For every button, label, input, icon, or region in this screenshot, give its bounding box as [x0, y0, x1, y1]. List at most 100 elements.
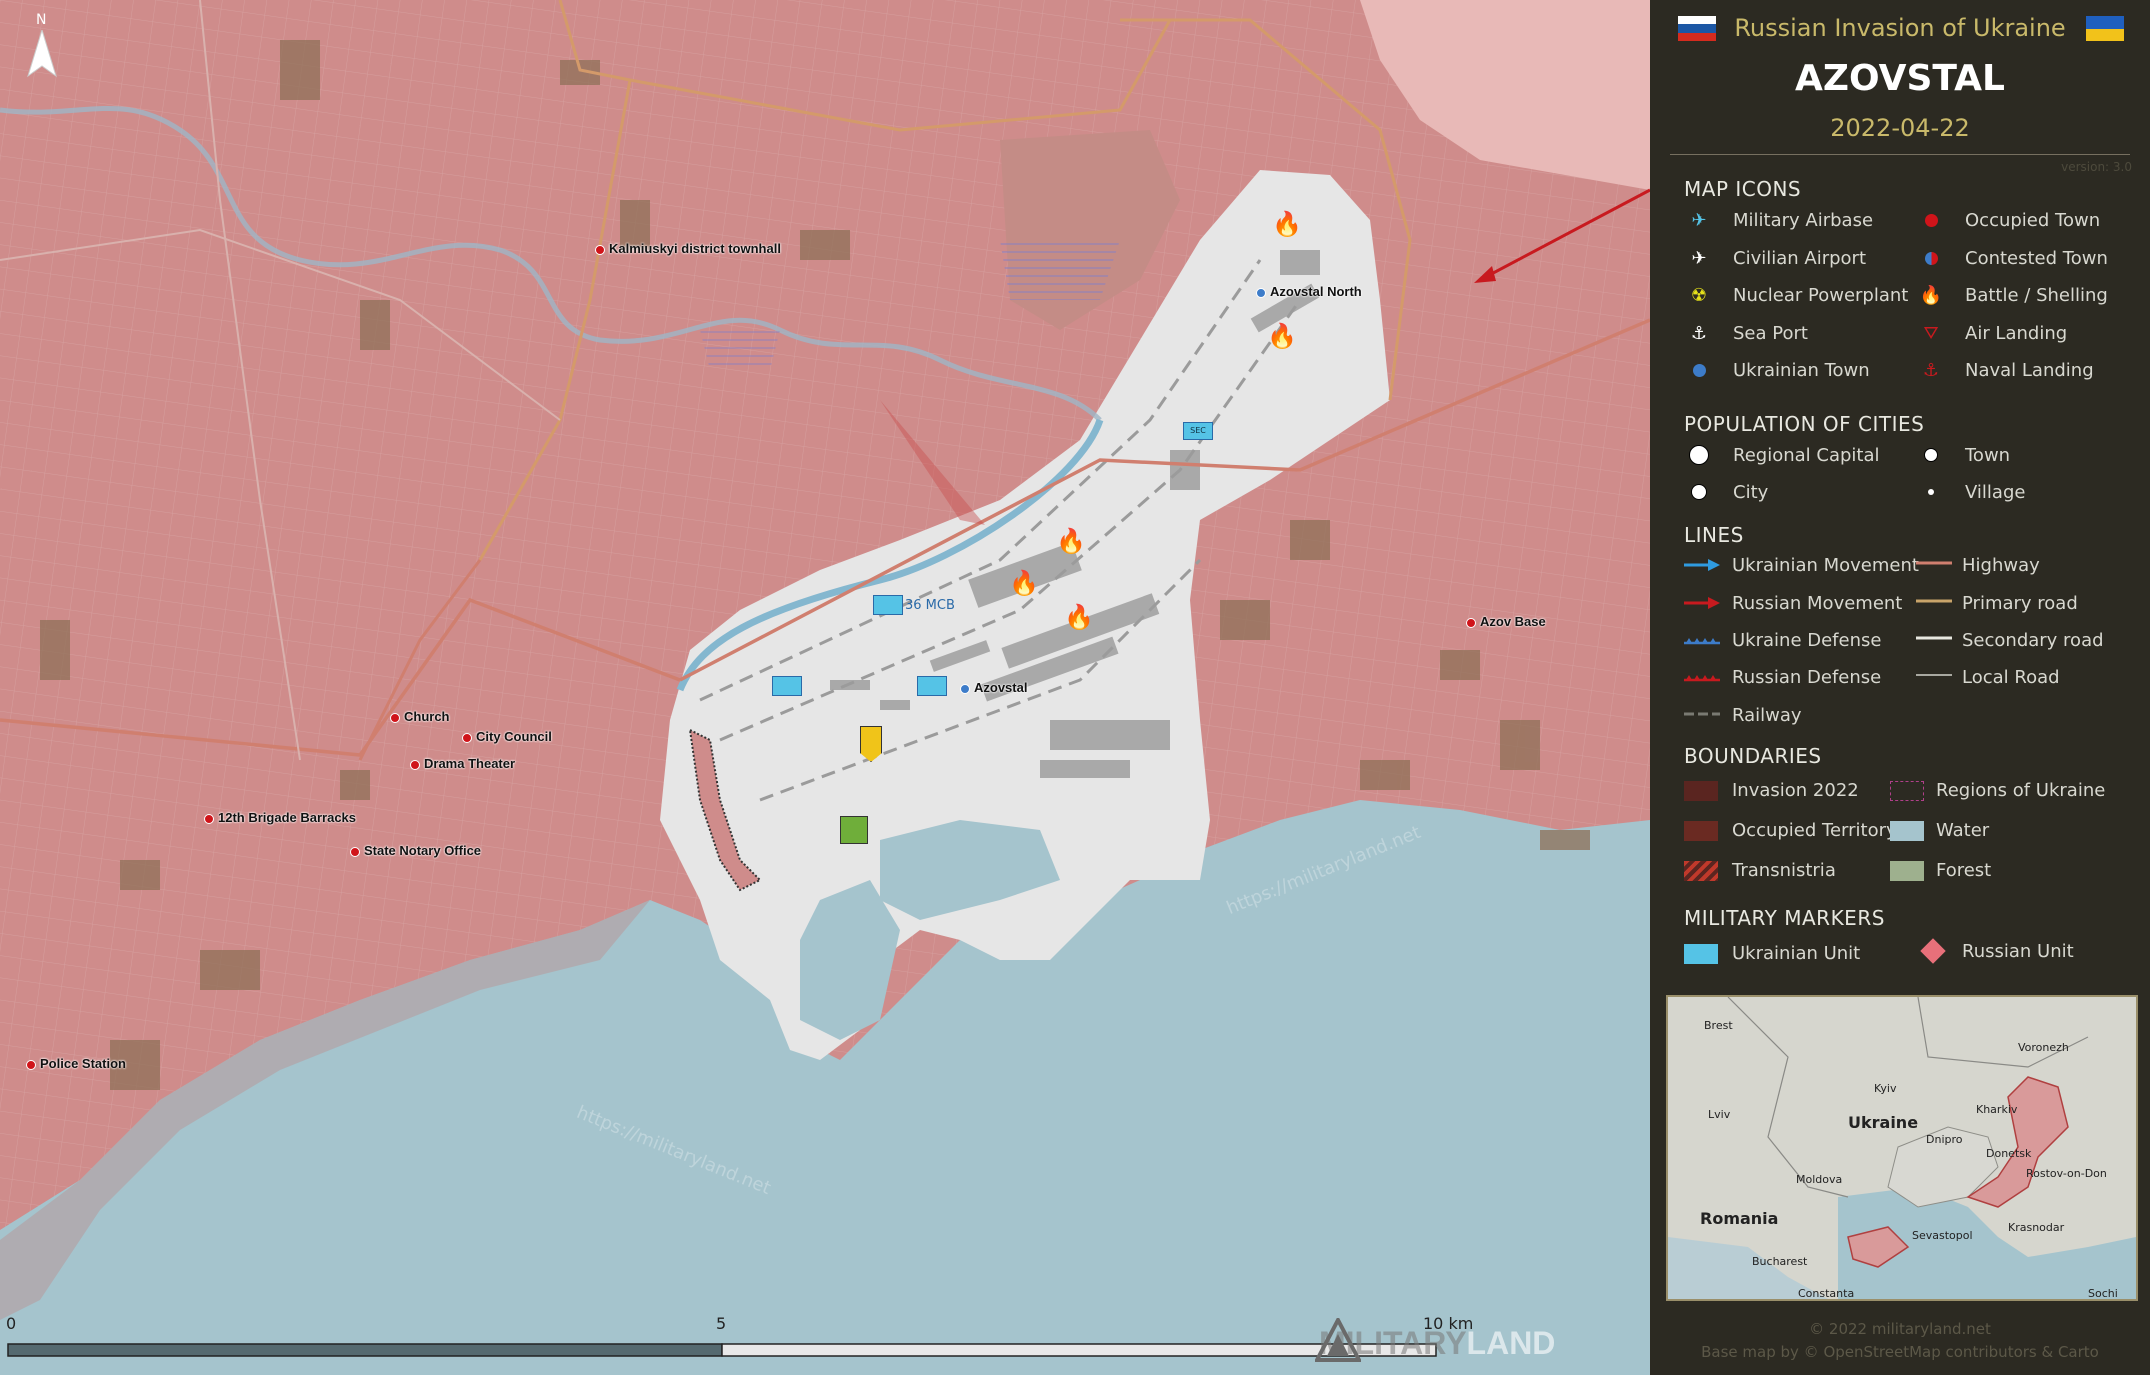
transnistria-swatch	[1684, 861, 1718, 881]
battle-shelling-icon: 🔥	[1919, 284, 1943, 306]
legend-item: Secondary road	[1962, 630, 2104, 651]
legend-item: Primary road	[1962, 593, 2078, 614]
battle-icon[interactable]: 🔥	[1064, 603, 1094, 631]
place-label: Azovstal	[974, 680, 1028, 695]
regional-capital-icon	[1686, 444, 1712, 466]
place-state-notary-office[interactable]: State Notary Office	[350, 843, 481, 858]
unit-label-36mcb: 36 МСВ	[905, 598, 955, 613]
legend-item: Regional Capital	[1733, 445, 1880, 466]
local-road-icon	[1916, 674, 1952, 676]
legend-item: Contested Town	[1965, 248, 2108, 269]
legend-item: Ukrainian Movement	[1732, 555, 1919, 576]
inset-map[interactable]: Brest Voronezh Kyiv Lviv Ukraine Kharkiv…	[1666, 995, 2138, 1301]
place-label: Kalmiuskyi district townhall	[609, 241, 781, 256]
inset-label: Sochi	[2088, 1287, 2118, 1300]
legend-item: Town	[1965, 445, 2011, 466]
inset-label: Kharkiv	[1976, 1103, 2018, 1116]
place-12th-brigade-barracks[interactable]: 12th Brigade Barracks	[204, 810, 356, 825]
legend-item: Russian Unit	[1962, 941, 2074, 962]
place-azovstal[interactable]: Azovstal	[960, 680, 1027, 695]
legend-item: Ukraine Defense	[1732, 630, 1882, 651]
inset-label: Constanta	[1798, 1287, 1855, 1300]
ukrainian-unit-36mcb-icon[interactable]	[873, 595, 903, 615]
place-church[interactable]: Church	[390, 709, 450, 724]
regions-swatch	[1890, 781, 1924, 801]
battle-icon[interactable]: 🔥	[1267, 322, 1297, 350]
place-azovstal-north[interactable]: Azovstal North	[1256, 284, 1362, 299]
place-kalmiuskyi-townhall[interactable]: Kalmiuskyi district townhall	[595, 241, 781, 256]
place-azov-base[interactable]: Azov Base	[1466, 614, 1546, 629]
place-label: Church	[404, 709, 450, 724]
scale-mid: 5	[716, 1314, 727, 1333]
village-icon	[1918, 481, 1944, 503]
legend-item: Russian Movement	[1732, 593, 1903, 614]
russian-defense-icon	[1684, 675, 1720, 682]
header-subtitle: Russian Invasion of Ukraine	[1734, 14, 2066, 42]
legend-panel: Russian Invasion of Ukraine AZOVSTAL 202…	[1650, 0, 2150, 1375]
legend-item: Occupied Territory	[1732, 820, 1897, 841]
railway-icon	[1684, 712, 1720, 716]
place-label: Police Station	[40, 1056, 126, 1071]
place-drama-theater[interactable]: Drama Theater	[410, 756, 515, 771]
battle-icon[interactable]: 🔥	[1009, 569, 1039, 597]
ukrainian-unit-swatch	[1684, 944, 1718, 964]
legend-item: Water	[1936, 820, 1990, 841]
north-arrow-icon: N	[22, 12, 62, 82]
legend-item: Forest	[1936, 860, 1992, 881]
legend-item: Occupied Town	[1965, 210, 2101, 231]
legend-item: Village	[1965, 482, 2026, 503]
boundaries-title: BOUNDARIES	[1684, 744, 1822, 768]
legend-item: Ukrainian Unit	[1732, 943, 1861, 964]
inset-label: Romania	[1700, 1209, 1779, 1228]
national-guard-icon[interactable]	[840, 816, 868, 844]
legend-item: Invasion 2022	[1732, 780, 1859, 801]
inset-label: Voronezh	[2018, 1041, 2069, 1054]
page-title: AZOVSTAL	[1795, 58, 2005, 99]
legend-item: Railway	[1732, 705, 1802, 726]
ukrainian-unit-icon[interactable]	[772, 676, 802, 696]
legend-item: Battle / Shelling	[1965, 285, 2108, 306]
invasion-2022-swatch	[1684, 781, 1718, 801]
place-label: Azovstal North	[1270, 284, 1362, 299]
place-city-council[interactable]: City Council	[462, 729, 552, 744]
map-date: 2022-04-22	[1830, 114, 1970, 142]
lines-title: LINES	[1684, 523, 1744, 547]
occupied-town-icon	[1918, 209, 1944, 231]
legend-item: Local Road	[1962, 667, 2060, 688]
legend-item: Nuclear Powerplant	[1733, 285, 1909, 306]
logo-icon	[1315, 1318, 1361, 1362]
basemap-credit: Base map by © OpenStreetMap contributors…	[1701, 1343, 2099, 1361]
ukrainian-unit-icon[interactable]	[917, 676, 947, 696]
battle-icon[interactable]: 🔥	[1056, 527, 1086, 555]
legend-item: Sea Port	[1733, 323, 1808, 344]
legend-item: Military Airbase	[1733, 210, 1874, 231]
inset-label: Rostov-on-Don	[2026, 1167, 2107, 1180]
legend-item: Regions of Ukraine	[1936, 780, 2106, 801]
water-swatch	[1890, 821, 1924, 841]
version-label: version: 3.0	[2061, 160, 2132, 174]
military-markers-title: MILITARY MARKERS	[1684, 906, 1885, 930]
map-icons-title: MAP ICONS	[1684, 177, 1802, 201]
place-police-station[interactable]: Police Station	[26, 1056, 126, 1071]
place-label: State Notary Office	[364, 843, 482, 858]
russian-movement-icon	[1684, 597, 1720, 609]
militaryland-logo: MILITARY LAND	[1315, 1318, 1555, 1368]
unit-label-sec: SEC	[1190, 426, 1206, 435]
place-label: City Council	[476, 729, 552, 744]
primary-road-icon	[1916, 599, 1952, 603]
inset-label: Brest	[1704, 1019, 1733, 1032]
inset-label: Ukraine	[1848, 1113, 1919, 1132]
secondary-road-icon	[1916, 636, 1952, 640]
ukrainian-unit-sec-icon[interactable]: SEC	[1183, 422, 1213, 440]
legend-item: Ukrainian Town	[1733, 360, 1870, 381]
scale-zero: 0	[6, 1314, 17, 1333]
inset-label: Kyiv	[1874, 1082, 1897, 1095]
inset-label: Krasnodar	[2008, 1221, 2065, 1234]
battle-icon[interactable]: 🔥	[1272, 210, 1302, 238]
occupied-territory-swatch	[1684, 821, 1718, 841]
legend-item: Civilian Airport	[1733, 248, 1866, 269]
inset-label: Donetsk	[1986, 1147, 2032, 1160]
highway-icon	[1916, 561, 1952, 565]
inset-label: Bucharest	[1752, 1255, 1808, 1268]
map-area[interactable]: N Kalmiuskyi district townhall Azovstal …	[0, 0, 1650, 1375]
